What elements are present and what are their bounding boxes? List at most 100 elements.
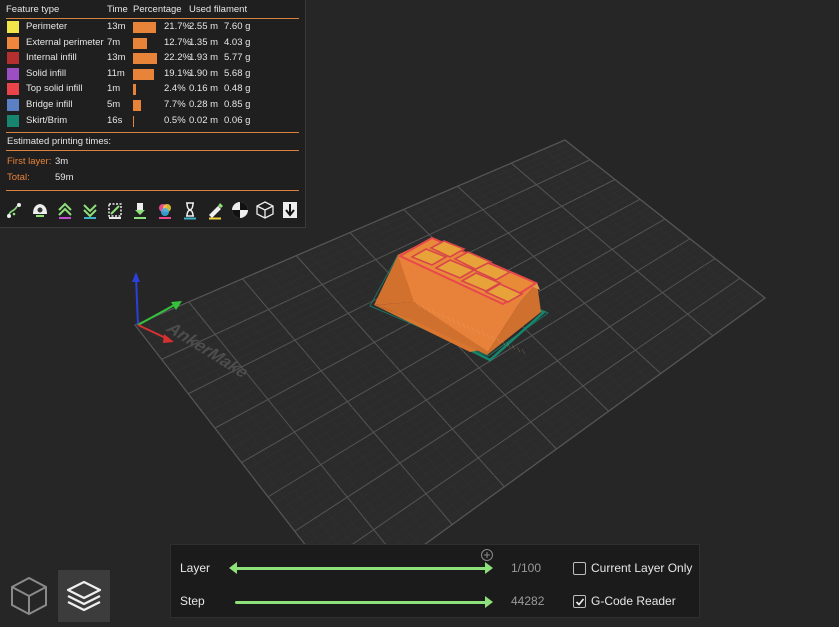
feature-length: 0.28 m (189, 99, 219, 110)
add-marker-icon[interactable] (480, 548, 494, 562)
feature-color-swatch (7, 52, 19, 65)
legend-row[interactable]: Solid infill 11m 19.1% 1.90 m 5.68 g (0, 67, 306, 83)
current-layer-only-label: Current Layer Only (591, 561, 693, 575)
estimated-times-label: Estimated printing times: (7, 136, 112, 147)
tool-marker-icon[interactable] (279, 199, 301, 221)
shells-icon[interactable] (254, 199, 276, 221)
feature-percent-bar (133, 22, 157, 33)
feature-color-swatch (7, 21, 19, 33)
legend-divider (6, 132, 299, 133)
feature-time: 1m (107, 83, 121, 95)
feature-percent: 19.1% (164, 67, 191, 79)
legend-row[interactable]: Bridge infill 5m 7.7% 0.28 m 0.85 g (0, 98, 306, 114)
feature-weight: 0.06 g (224, 114, 251, 126)
estimated-divider (6, 150, 299, 151)
legend-row[interactable]: Top solid infill 1m 2.4% 0.16 m 0.48 g (0, 82, 306, 98)
feature-percent-bar (133, 84, 136, 96)
feature-weight: 5.68 g (224, 67, 251, 79)
custom-gcode-icon[interactable] (204, 199, 226, 221)
feature-name: Skirt/Brim (26, 114, 68, 126)
feature-weight: 7.60 g (224, 21, 251, 32)
gcode-reader-label: G-Code Reader (591, 594, 676, 608)
feature-percent: 7.7% (164, 99, 186, 110)
layer-lower-handle[interactable] (227, 561, 239, 575)
header-feature-type: Feature type (6, 4, 60, 15)
cube-icon (11, 576, 47, 616)
total-time: 59m (55, 172, 74, 183)
feature-percent: 0.5% (164, 114, 186, 126)
feature-percent-bar (133, 37, 147, 49)
feature-name: External perimeter (26, 36, 104, 48)
legend-row[interactable]: Perimeter 13m 21.7% 2.55 m 7.60 g (0, 20, 306, 36)
layer-upper-handle[interactable] (483, 561, 495, 575)
step-slider[interactable] (235, 601, 489, 604)
gcode-preview-button[interactable] (58, 570, 110, 622)
feature-length: 0.16 m (189, 83, 219, 95)
legend-header: Feature type Time Percentage Used filame… (6, 4, 299, 19)
checkmark-icon (575, 597, 584, 606)
color-changes-icon[interactable] (154, 199, 176, 221)
feature-length: 1.93 m (189, 52, 219, 64)
legend-row[interactable]: Internal infill 13m 22.2% 1.93 m 5.77 g (0, 51, 306, 67)
feature-percent: 12.7% (164, 36, 191, 48)
feature-percent: 22.2% (164, 52, 191, 64)
feature-percent: 2.4% (164, 83, 186, 95)
header-time: Time (107, 4, 128, 15)
feature-name: Internal infill (26, 52, 77, 64)
feature-weight: 4.03 g (224, 36, 251, 48)
feature-name: Bridge infill (26, 99, 73, 110)
feature-color-swatch (7, 83, 19, 96)
header-used-filament: Used filament (189, 4, 248, 15)
deretractions-icon[interactable] (79, 199, 101, 221)
feature-name: Top solid infill (26, 83, 83, 95)
feature-length: 0.02 m (189, 114, 219, 126)
feature-color-swatch (7, 99, 19, 111)
feature-name: Solid infill (26, 67, 67, 79)
tool-changes-icon[interactable] (129, 199, 151, 221)
total-label: Total: (7, 172, 30, 183)
feature-color-swatch (7, 67, 19, 80)
pause-prints-icon[interactable] (179, 199, 201, 221)
feature-length: 1.90 m (189, 67, 219, 79)
preview-slider-panel: Layer 1/100 Current Layer Only Step 4428… (170, 544, 700, 618)
gcode-reader-checkbox[interactable] (573, 595, 586, 608)
feature-percent: 21.7% (164, 21, 191, 32)
layer-slider[interactable] (233, 567, 489, 570)
feature-percent-bar (133, 115, 134, 127)
feature-time: 13m (107, 21, 126, 32)
feature-time: 13m (107, 52, 126, 64)
step-value: 44282 (511, 594, 545, 608)
feature-weight: 0.48 g (224, 83, 251, 95)
feature-color-swatch (7, 114, 19, 127)
current-layer-only-checkbox[interactable] (573, 562, 586, 575)
3d-view-button[interactable] (6, 572, 52, 620)
layer-value: 1/100 (511, 561, 542, 575)
feature-weight: 5.77 g (224, 52, 251, 64)
step-label: Step (180, 594, 205, 608)
first-layer-label: First layer: (7, 156, 52, 167)
legend-row[interactable]: Skirt/Brim 16s 0.5% 0.02 m 0.06 g (0, 114, 306, 130)
feature-color-swatch (7, 36, 19, 49)
feature-length: 2.55 m (189, 21, 219, 32)
feature-percent-bar (133, 53, 157, 65)
wipe-icon[interactable] (29, 199, 51, 221)
feature-name: Perimeter (26, 21, 68, 32)
feature-time: 16s (107, 114, 123, 126)
toolbar-divider (6, 190, 299, 191)
feature-weight: 0.85 g (224, 99, 251, 110)
header-percentage: Percentage (133, 4, 182, 15)
layers-icon (66, 580, 102, 612)
center-of-gravity-icon[interactable] (229, 199, 251, 221)
feature-time: 11m (107, 67, 125, 79)
travel-icon[interactable] (4, 199, 26, 221)
retractions-icon[interactable] (54, 199, 76, 221)
feature-percent-bar (133, 68, 154, 80)
legend-row[interactable]: External perimeter 7m 12.7% 1.35 m 4.03 g (0, 36, 306, 52)
step-handle[interactable] (483, 595, 495, 609)
seams-icon[interactable] (104, 199, 126, 221)
feature-length: 1.35 m (189, 36, 219, 48)
feature-percent-bar (133, 100, 142, 111)
gcode-legend-panel: Feature type Time Percentage Used filame… (0, 0, 306, 228)
feature-time: 5m (107, 99, 121, 110)
first-layer-time: 3m (55, 156, 69, 167)
